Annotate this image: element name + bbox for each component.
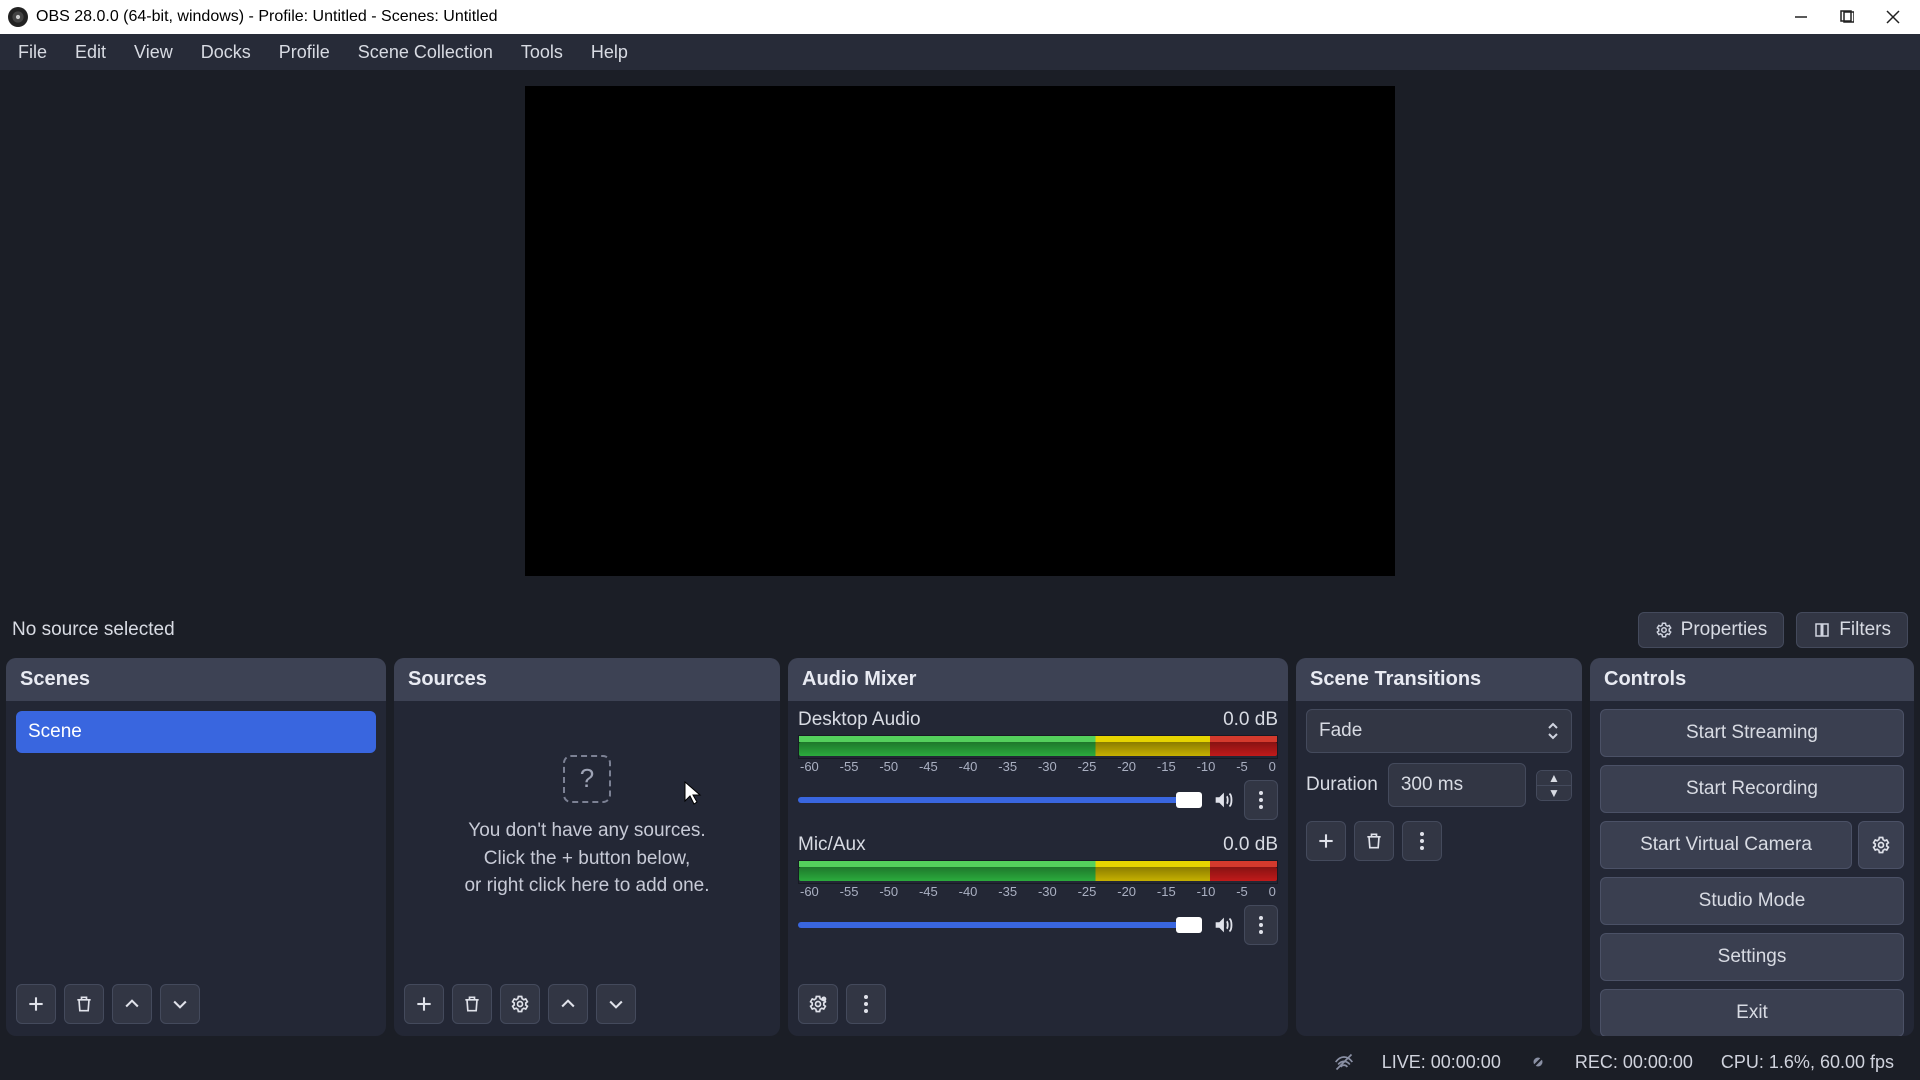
filters-icon <box>1813 621 1831 639</box>
menu-docks[interactable]: Docks <box>189 38 263 67</box>
audio-mixer-panel: Audio Mixer Desktop Audio 0.0 dB -60-55-… <box>788 658 1288 1036</box>
audio-channel-mic: Mic/Aux 0.0 dB -60-55-50-45-40-35-30-25-… <box>798 834 1278 945</box>
gear-icon <box>1871 835 1891 855</box>
add-scene-button[interactable] <box>16 984 56 1024</box>
studio-mode-button[interactable]: Studio Mode <box>1600 877 1904 925</box>
controls-title: Controls <box>1590 658 1914 701</box>
menu-edit[interactable]: Edit <box>63 38 118 67</box>
chevron-up-icon[interactable]: ▲ <box>1537 771 1571 785</box>
source-toolbar: No source selected Properties Filters <box>0 602 1920 658</box>
virtual-camera-settings-button[interactable] <box>1858 821 1904 869</box>
speaker-icon[interactable] <box>1212 914 1234 936</box>
menu-profile[interactable]: Profile <box>267 38 342 67</box>
audio-channel-desktop: Desktop Audio 0.0 dB -60-55-50-45-40-35-… <box>798 709 1278 820</box>
remove-scene-button[interactable] <box>64 984 104 1024</box>
obs-app-icon <box>8 7 28 27</box>
audio-mixer-title: Audio Mixer <box>788 658 1288 701</box>
audio-channel-db: 0.0 dB <box>1223 834 1278 856</box>
audio-ticks: -60-55-50-45-40-35-30-25-20-15-10-50 <box>798 759 1278 774</box>
audio-ticks: -60-55-50-45-40-35-30-25-20-15-10-50 <box>798 884 1278 899</box>
source-move-up-button[interactable] <box>548 984 588 1024</box>
audio-channel-menu-button[interactable] <box>1244 905 1278 945</box>
close-button[interactable] <box>1870 0 1916 34</box>
chevron-down-icon[interactable]: ▼ <box>1537 785 1571 800</box>
source-move-down-button[interactable] <box>596 984 636 1024</box>
scene-transitions-panel: Scene Transitions Fade Duration 300 ms ▲… <box>1296 658 1582 1036</box>
source-properties-button[interactable] <box>500 984 540 1024</box>
menu-help[interactable]: Help <box>579 38 640 67</box>
filters-button[interactable]: Filters <box>1796 612 1908 648</box>
remove-transition-button[interactable] <box>1354 821 1394 861</box>
volume-slider-desktop[interactable] <box>798 797 1202 803</box>
unknown-source-icon: ? <box>563 755 611 803</box>
start-recording-button[interactable]: Start Recording <box>1600 765 1904 813</box>
status-bar: LIVE: 00:00:00 REC: 00:00:00 CPU: 1.6%, … <box>0 1044 1920 1080</box>
sources-empty-line1: You don't have any sources. <box>404 817 770 845</box>
menu-tools[interactable]: Tools <box>509 38 575 67</box>
cursor-icon <box>684 781 702 805</box>
filters-label: Filters <box>1839 619 1891 641</box>
status-cpu: CPU: 1.6%, 60.00 fps <box>1721 1052 1894 1073</box>
audio-meter <box>798 860 1278 884</box>
audio-channel-menu-button[interactable] <box>1244 780 1278 820</box>
dock-row: Scenes Scene Sources ? You don't have an… <box>0 658 1920 1044</box>
program-preview[interactable] <box>525 86 1395 576</box>
sources-empty-line2: Click the + button below, <box>404 845 770 873</box>
exit-button[interactable]: Exit <box>1600 989 1904 1036</box>
duration-spinner[interactable]: ▲ ▼ <box>1536 770 1572 801</box>
maximize-button[interactable] <box>1824 0 1870 34</box>
settings-button[interactable]: Settings <box>1600 933 1904 981</box>
scenes-list[interactable]: Scene <box>6 701 386 976</box>
audio-channel-name: Desktop Audio <box>798 709 921 731</box>
remove-source-button[interactable] <box>452 984 492 1024</box>
duration-label: Duration <box>1306 774 1378 796</box>
audio-channel-name: Mic/Aux <box>798 834 866 856</box>
gear-icon <box>1655 621 1673 639</box>
select-updown-icon <box>1547 722 1559 740</box>
menu-file[interactable]: File <box>6 38 59 67</box>
scenes-panel: Scenes Scene <box>6 658 386 1036</box>
menu-scene-collection[interactable]: Scene Collection <box>346 38 505 67</box>
add-source-button[interactable] <box>404 984 444 1024</box>
sources-panel: Sources ? You don't have any sources. Cl… <box>394 658 780 1036</box>
preview-area <box>0 70 1920 602</box>
properties-button[interactable]: Properties <box>1638 612 1785 648</box>
duration-value[interactable]: 300 ms <box>1388 763 1526 807</box>
audio-mixer-menu-button[interactable] <box>846 984 886 1024</box>
scenes-title: Scenes <box>6 658 386 701</box>
audio-mixer-body: Desktop Audio 0.0 dB -60-55-50-45-40-35-… <box>788 701 1288 976</box>
properties-label: Properties <box>1681 619 1768 641</box>
window-titlebar: OBS 28.0.0 (64-bit, windows) - Profile: … <box>0 0 1920 34</box>
scene-transitions-title: Scene Transitions <box>1296 658 1582 701</box>
status-live: LIVE: 00:00:00 <box>1382 1052 1501 1073</box>
sources-title: Sources <box>394 658 780 701</box>
audio-meter <box>798 735 1278 759</box>
transition-menu-button[interactable] <box>1402 821 1442 861</box>
sources-empty-state: ? You don't have any sources. Click the … <box>404 755 770 900</box>
sources-empty-line3: or right click here to add one. <box>404 872 770 900</box>
menu-bar: File Edit View Docks Profile Scene Colle… <box>0 34 1920 70</box>
audio-channel-db: 0.0 dB <box>1223 709 1278 731</box>
status-rec: REC: 00:00:00 <box>1575 1052 1693 1073</box>
volume-slider-mic[interactable] <box>798 922 1202 928</box>
record-status-icon <box>1529 1053 1547 1071</box>
source-status: No source selected <box>12 619 1626 641</box>
network-icon <box>1334 1052 1354 1072</box>
controls-panel: Controls Start Streaming Start Recording… <box>1590 658 1914 1036</box>
scene-move-up-button[interactable] <box>112 984 152 1024</box>
window-title: OBS 28.0.0 (64-bit, windows) - Profile: … <box>36 8 1778 26</box>
scene-item[interactable]: Scene <box>16 711 376 753</box>
add-transition-button[interactable] <box>1306 821 1346 861</box>
start-virtual-camera-button[interactable]: Start Virtual Camera <box>1600 821 1852 869</box>
transition-selected: Fade <box>1319 720 1362 742</box>
minimize-button[interactable] <box>1778 0 1824 34</box>
speaker-icon[interactable] <box>1212 789 1234 811</box>
start-streaming-button[interactable]: Start Streaming <box>1600 709 1904 757</box>
transition-select[interactable]: Fade <box>1306 709 1572 753</box>
sources-list[interactable]: ? You don't have any sources. Click the … <box>394 701 780 976</box>
scene-move-down-button[interactable] <box>160 984 200 1024</box>
advanced-audio-button[interactable] <box>798 984 838 1024</box>
menu-view[interactable]: View <box>122 38 185 67</box>
